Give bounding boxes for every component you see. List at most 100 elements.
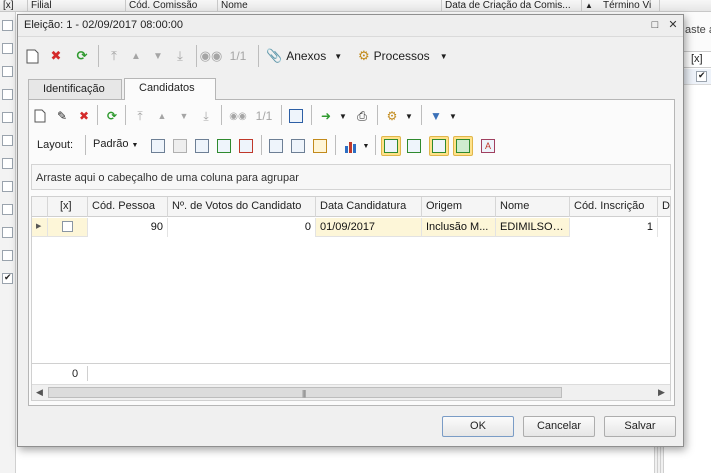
toolbar-separator — [335, 135, 336, 155]
layout-import-button[interactable] — [215, 137, 233, 155]
view-toggle-1[interactable] — [381, 136, 401, 156]
col-cod-inscricao[interactable]: Cód. Inscrição — [570, 197, 658, 217]
edit-row-button[interactable]: ✎ — [53, 107, 71, 125]
bg-right-col-select[interactable]: [x] — [683, 52, 711, 68]
bg-col-filial[interactable]: Filial — [28, 0, 126, 12]
close-icon[interactable]: ✕ — [666, 18, 680, 32]
scroll-thumb[interactable]: ||| — [48, 387, 562, 398]
export-button[interactable]: ➜ — [317, 107, 335, 125]
bg-row-checkbox-checked[interactable] — [2, 272, 13, 284]
grid-settings-button[interactable] — [267, 137, 285, 155]
bg-row-checkbox[interactable] — [2, 158, 13, 169]
dialog-toolbar: ✖ ⟳ ⤒ ▲ ▼ ⤓ ◉◉ 1/1 📎 Anexos ▼ ⚙ Processo… — [18, 39, 683, 73]
cell-cod-pessoa[interactable]: 90 — [88, 218, 168, 237]
layout-home-button[interactable] — [237, 137, 255, 155]
layout-save-button[interactable] — [149, 137, 167, 155]
layout-select[interactable]: Padrão ▼ — [93, 138, 138, 150]
layout-columns-button[interactable] — [193, 137, 211, 155]
col-data-truncated[interactable]: Da — [658, 197, 670, 217]
filter-dropdown[interactable]: ▼ — [444, 107, 462, 125]
delete-record-button[interactable]: ✖ — [46, 45, 66, 67]
cell-votos[interactable]: 0 — [168, 218, 316, 237]
bg-row-checkbox[interactable] — [2, 43, 13, 54]
ok-button[interactable]: OK — [442, 416, 514, 437]
chart-dropdown[interactable]: ▼ — [361, 137, 371, 155]
grid-search-button[interactable]: ◉◉ — [227, 107, 249, 125]
grid-last-button[interactable]: ⤓ — [197, 107, 215, 125]
row-checkbox-cell[interactable] — [48, 218, 88, 237]
col-select[interactable]: [x] — [48, 197, 88, 217]
next-record-button[interactable]: ▼ — [148, 45, 168, 67]
bg-row-checkbox[interactable] — [2, 20, 13, 31]
cell-cod-inscricao[interactable]: 1 — [570, 218, 658, 237]
refresh-button[interactable]: ⟳ — [72, 45, 92, 67]
view-toggle-2[interactable] — [405, 137, 423, 155]
delete-row-button[interactable]: ✖ — [75, 107, 93, 125]
grid-prev-button[interactable]: ▲ — [153, 107, 171, 125]
col-origem[interactable]: Origem — [422, 197, 496, 217]
bg-row-checkbox[interactable] — [2, 204, 13, 215]
new-row-button[interactable] — [31, 107, 49, 125]
col-nome[interactable]: Nome — [496, 197, 570, 217]
horizontal-scrollbar[interactable]: ◀ ||| ▶ — [32, 384, 670, 400]
first-record-button[interactable]: ⤒ — [104, 45, 124, 67]
calendar-button[interactable] — [287, 107, 305, 125]
bg-row-checkbox[interactable] — [2, 250, 13, 261]
cell-nome[interactable]: EDIMILSON... — [496, 218, 570, 237]
refresh-grid-button[interactable]: ⟳ — [103, 107, 121, 125]
print-button[interactable]: ⎙ — [353, 107, 371, 125]
bg-row-checkbox[interactable] — [2, 181, 13, 192]
cell-truncated[interactable] — [658, 218, 670, 237]
anexos-menu-button[interactable]: 📎 Anexos ▼ — [266, 45, 354, 67]
bg-col-select[interactable]: [x] — [0, 0, 28, 12]
col-votos[interactable]: Nº. de Votos do Candidato — [168, 197, 316, 217]
bg-row-checkbox[interactable] — [2, 135, 13, 146]
bg-row-checkbox[interactable] — [2, 227, 13, 238]
sum-button[interactable] — [289, 137, 307, 155]
export-dropdown[interactable]: ▼ — [334, 107, 352, 125]
col-cod-pessoa[interactable]: Cód. Pessoa — [88, 197, 168, 217]
edit-layout-button[interactable] — [311, 137, 329, 155]
font-button[interactable]: A — [479, 137, 497, 155]
view-toggle-4[interactable] — [453, 136, 473, 156]
chart-button[interactable] — [341, 137, 363, 155]
layout-delete-button[interactable] — [171, 137, 189, 155]
previous-record-button[interactable]: ▲ — [126, 45, 146, 67]
bg-row-checkbox[interactable] — [2, 66, 13, 77]
bg-col-nome[interactable]: Nome — [218, 0, 442, 12]
cancel-button[interactable]: Cancelar — [523, 416, 595, 437]
processos-menu-button[interactable]: ⚙ Processos ▼ — [358, 45, 458, 67]
table-row[interactable]: ▶ 90 0 01/09/2017 Inclusão M... EDIMILSO… — [32, 218, 670, 237]
scroll-right-icon[interactable]: ▶ — [658, 387, 665, 398]
last-record-button[interactable]: ⤓ — [170, 45, 190, 67]
bg-col-termino[interactable]: Término Vi — [600, 0, 660, 12]
row-checkbox[interactable] — [62, 221, 73, 232]
view-toggle-3[interactable] — [429, 136, 449, 156]
bar-chart-icon — [345, 142, 356, 153]
tab-candidatos[interactable]: Candidatos — [124, 78, 216, 100]
scroll-left-icon[interactable]: ◀ — [36, 387, 43, 398]
bg-row-checkbox[interactable] — [2, 89, 13, 100]
new-record-button[interactable] — [22, 45, 42, 67]
col-data-candidatura[interactable]: Data Candidatura — [316, 197, 422, 217]
dialog-titlebar[interactable]: Eleição: 1 - 02/09/2017 08:00:00 □ ✕ — [18, 15, 683, 37]
filter-button[interactable]: ▼ — [427, 107, 445, 125]
search-button[interactable]: ◉◉ — [200, 45, 223, 67]
bg-right-row-checkbox[interactable] — [696, 70, 707, 82]
toolbar-separator — [311, 105, 312, 125]
grid-next-button[interactable]: ▼ — [175, 107, 193, 125]
bg-row-checkbox[interactable] — [2, 112, 13, 123]
bg-right-row[interactable] — [683, 69, 711, 85]
toolbar-separator — [258, 45, 259, 67]
maximize-icon[interactable]: □ — [648, 18, 662, 32]
cell-origem[interactable]: Inclusão M... — [422, 218, 496, 237]
grid-processes-dropdown[interactable]: ▼ — [400, 107, 418, 125]
save-button[interactable]: Salvar — [604, 416, 676, 437]
grid-first-button[interactable]: ⤒ — [131, 107, 149, 125]
bg-col-data-criacao[interactable]: Data de Criação da Comis... — [442, 0, 582, 12]
tab-identificacao[interactable]: Identificação — [28, 79, 122, 99]
cell-data-candidatura[interactable]: 01/09/2017 — [316, 218, 422, 237]
bg-col-cod-comissao[interactable]: Cód. Comissão — [126, 0, 218, 12]
grid-processes-button[interactable]: ⚙ — [383, 107, 401, 125]
group-by-area[interactable]: Arraste aqui o cabeçalho de uma coluna p… — [31, 164, 671, 190]
